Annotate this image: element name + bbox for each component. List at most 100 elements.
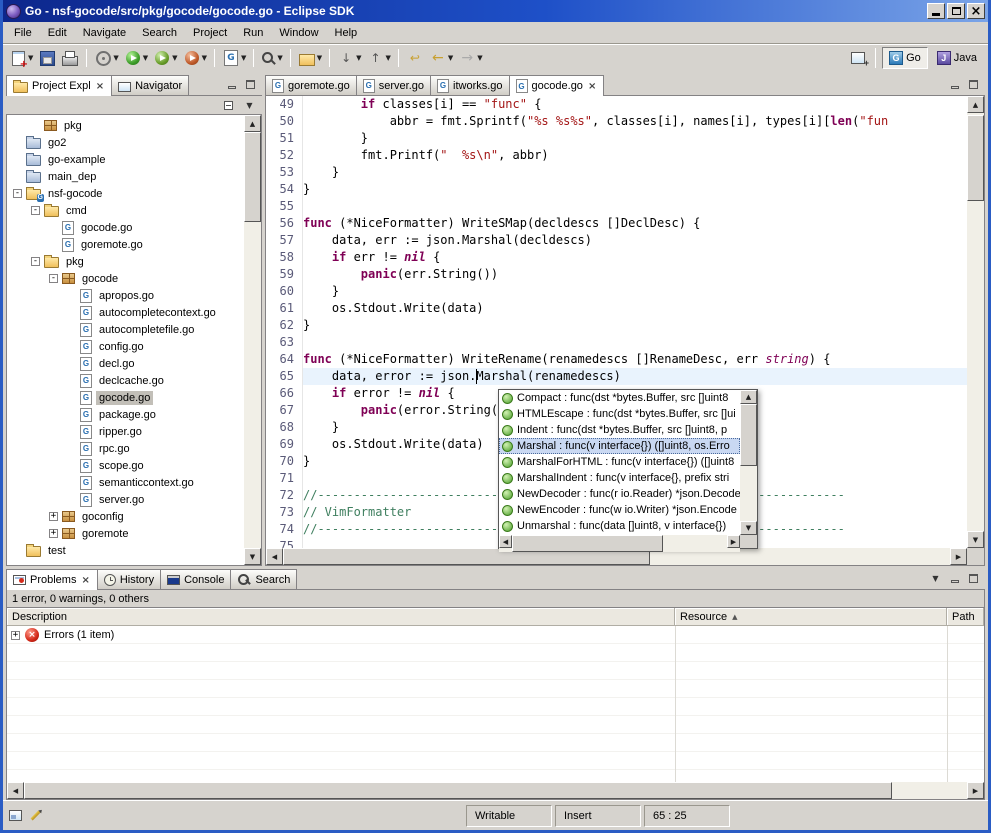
tree-item[interactable]: gocode.go	[7, 219, 244, 236]
open-perspective-icon[interactable]	[849, 49, 869, 67]
scroll-track[interactable]	[740, 404, 757, 521]
tab-navigator[interactable]: Navigator	[111, 75, 189, 95]
tree-item[interactable]: declcache.go	[7, 372, 244, 389]
scroll-up-button[interactable]: ▲	[244, 115, 261, 132]
tree-item[interactable]: semanticcontext.go	[7, 474, 244, 491]
completion-item[interactable]: MarshalIndent : func(v interface{}, pref…	[499, 470, 740, 486]
tree-item[interactable]: rpc.go	[7, 440, 244, 457]
scroll-down-button[interactable]: ▼	[740, 521, 757, 535]
completion-item[interactable]: HTMLEscape : func(dst *bytes.Buffer, src…	[499, 406, 740, 422]
scroll-right-button[interactable]: ▶	[950, 548, 967, 565]
maximize-editor-button[interactable]	[966, 78, 981, 92]
tree-item[interactable]: package.go	[7, 406, 244, 423]
minimize-view-button[interactable]	[224, 78, 239, 92]
next-annotation-button[interactable]: ▼	[335, 47, 363, 69]
completion-list[interactable]: Compact : func(dst *bytes.Buffer, src []…	[499, 390, 740, 535]
tree-item[interactable]: -pkg	[7, 253, 244, 270]
tree-item[interactable]: decl.go	[7, 355, 244, 372]
perspective-go[interactable]: Go	[882, 47, 928, 69]
menu-project[interactable]: Project	[185, 24, 235, 42]
scroll-right-button[interactable]: ▶	[727, 535, 740, 548]
popup-vertical-scrollbar[interactable]: ▲ ▼	[740, 390, 757, 535]
tree-item[interactable]: +goconfig	[7, 508, 244, 525]
column-header-resource[interactable]: Resource▲	[675, 608, 947, 625]
close-tab-icon[interactable]: ×	[95, 81, 105, 92]
collapse-icon[interactable]: -	[49, 274, 58, 283]
scroll-thumb[interactable]	[244, 132, 261, 222]
problems-horizontal-scrollbar[interactable]: ◀ ▶	[7, 782, 984, 799]
tree-item[interactable]: config.go	[7, 338, 244, 355]
scroll-thumb[interactable]	[740, 404, 757, 466]
close-button[interactable]: ×	[967, 3, 985, 19]
tab-goremote-go[interactable]: goremote.go	[265, 75, 357, 95]
tab-console[interactable]: Console	[160, 569, 231, 589]
scroll-down-button[interactable]: ▼	[967, 531, 984, 548]
maximize-button[interactable]	[947, 3, 965, 19]
tab-itworks-go[interactable]: itworks.go	[430, 75, 510, 95]
tree-item[interactable]: apropos.go	[7, 287, 244, 304]
coverage-button[interactable]: ▼	[151, 47, 179, 69]
completion-item[interactable]: Unmarshal : func(data []uint8, v interfa…	[499, 518, 740, 534]
tree-item[interactable]: autocompletecontext.go	[7, 304, 244, 321]
tree-item[interactable]: ripper.go	[7, 423, 244, 440]
completion-item[interactable]: Indent : func(dst *bytes.Buffer, src []u…	[499, 422, 740, 438]
tab-history[interactable]: History	[97, 569, 161, 589]
column-header-description[interactable]: Description	[7, 608, 675, 625]
new-go-file-button[interactable]: ▼	[220, 47, 248, 69]
explorer-scrollbar[interactable]: ▲ ▼	[244, 115, 261, 565]
collapse-icon[interactable]: -	[13, 189, 22, 198]
run-button[interactable]: ▼	[122, 47, 150, 69]
scroll-up-button[interactable]: ▲	[740, 390, 757, 404]
table-body[interactable]: +×Errors (1 item)	[7, 626, 984, 782]
titlebar[interactable]: Go - nsf-gocode/src/pkg/gocode/gocode.go…	[3, 0, 988, 22]
tree-item[interactable]: test	[7, 542, 244, 559]
completion-item[interactable]: NewDecoder : func(r io.Reader) *json.Dec…	[499, 486, 740, 502]
menu-help[interactable]: Help	[327, 24, 366, 42]
completion-item[interactable]: Marshal : func(v interface{}) ([]uint8, …	[499, 438, 740, 454]
tree-item[interactable]: -cmd	[7, 202, 244, 219]
open-element-button[interactable]: ▼	[296, 47, 324, 69]
expand-icon[interactable]: +	[49, 512, 58, 521]
menu-file[interactable]: File	[6, 24, 40, 42]
collapse-icon[interactable]: -	[31, 257, 40, 266]
completion-item[interactable]: MarshalForHTML : func(v interface{}) ([]…	[499, 454, 740, 470]
collapse-icon[interactable]: -	[31, 206, 40, 215]
menu-run[interactable]: Run	[235, 24, 271, 42]
editor-vertical-scrollbar[interactable]: ▲ ▼	[967, 96, 984, 548]
tab-gocode-go[interactable]: gocode.go×	[509, 75, 605, 96]
minimize-editor-button[interactable]	[947, 78, 962, 92]
menu-edit[interactable]: Edit	[40, 24, 75, 42]
close-tab-icon[interactable]: ×	[80, 575, 90, 586]
tree-item[interactable]: -nsf-gocode	[7, 185, 244, 202]
fast-view-button[interactable]	[8, 809, 23, 823]
tab-project-expl[interactable]: Project Expl×	[6, 75, 112, 96]
tree-item[interactable]: pkg	[7, 117, 244, 134]
perspective-java[interactable]: Java	[930, 47, 984, 69]
collapse-all-button[interactable]	[221, 98, 236, 112]
tab-search[interactable]: Search	[230, 569, 297, 589]
scroll-track[interactable]	[244, 132, 261, 548]
tree-item[interactable]: scope.go	[7, 457, 244, 474]
edit-mode-button[interactable]	[26, 809, 41, 823]
scroll-track[interactable]	[512, 535, 727, 552]
completion-item[interactable]: NewEncoder : func(w io.Writer) *json.Enc…	[499, 502, 740, 518]
profile-button[interactable]: ▼	[181, 47, 209, 69]
tree-item[interactable]: server.go	[7, 491, 244, 508]
save-button[interactable]	[36, 47, 58, 69]
expand-icon[interactable]: +	[11, 631, 20, 640]
close-tab-icon[interactable]: ×	[587, 81, 597, 92]
scroll-up-button[interactable]: ▲	[967, 96, 984, 113]
tree-item[interactable]: -gocode	[7, 270, 244, 287]
new-button[interactable]: ▼	[7, 47, 35, 69]
minimize-view-button[interactable]	[947, 572, 962, 586]
scroll-thumb[interactable]	[512, 535, 663, 552]
tab-problems[interactable]: Problems×	[6, 569, 98, 590]
scroll-left-button[interactable]: ◀	[7, 782, 24, 799]
scroll-thumb[interactable]	[967, 115, 984, 201]
popup-horizontal-scrollbar[interactable]: ◀ ▶	[499, 535, 740, 552]
minimize-button[interactable]	[927, 3, 945, 19]
maximize-view-button[interactable]	[243, 78, 258, 92]
menu-window[interactable]: Window	[271, 24, 326, 42]
project-tree[interactable]: pkggo2go-examplemain_dep-nsf-gocode-cmdg…	[7, 115, 244, 565]
tree-item[interactable]: autocompletefile.go	[7, 321, 244, 338]
